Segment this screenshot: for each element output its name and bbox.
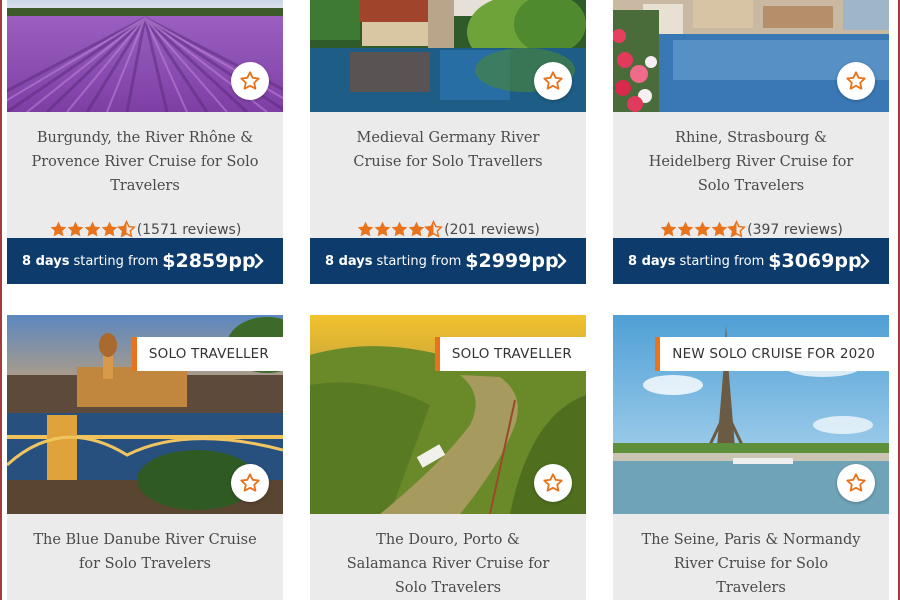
- cruise-card-info: The Blue Danube River Cruise for Solo Tr…: [7, 528, 283, 576]
- cruise-card[interactable]: Rhine, Strasbourg & Heidelberg River Cru…: [613, 0, 889, 284]
- cruise-card[interactable]: Medieval Germany River Cruise for Solo T…: [310, 0, 586, 284]
- favorite-button[interactable]: [837, 62, 875, 100]
- rating-row: (397 reviews): [613, 219, 889, 240]
- cruise-image-douro-valley[interactable]: SOLO TRAVELLER: [310, 315, 586, 514]
- cruise-card-info: Medieval Germany River Cruise for Solo T…: [310, 126, 586, 238]
- favorite-button[interactable]: [231, 62, 269, 100]
- solo-traveller-badge: SOLO TRAVELLER: [434, 337, 586, 371]
- starting-from-label: starting from: [73, 253, 159, 269]
- solo-traveller-badge: SOLO TRAVELLER: [131, 337, 283, 371]
- cruise-image-budapest-night[interactable]: SOLO TRAVELLER: [7, 315, 283, 514]
- cruise-card-info: Rhine, Strasbourg & Heidelberg River Cru…: [613, 126, 889, 238]
- cruise-card[interactable]: SOLO TRAVELLER The Blue Danube River Cru…: [7, 315, 283, 600]
- cruise-card-info: Burgundy, the River Rhône & Provence Riv…: [7, 126, 283, 238]
- duration-days: 8 days: [325, 253, 373, 269]
- cruise-card[interactable]: Burgundy, the River Rhône & Provence Riv…: [7, 0, 283, 284]
- price-amount: $3069pp: [768, 250, 862, 272]
- review-count[interactable]: (1571 reviews): [137, 222, 242, 238]
- rating-stars: [659, 219, 747, 240]
- rating-row: (201 reviews): [310, 219, 586, 240]
- starting-from-label: starting from: [679, 253, 765, 269]
- chevron-right-icon: [860, 253, 870, 269]
- cruise-image-medieval-town[interactable]: [310, 0, 586, 112]
- rating-stars: [356, 219, 444, 240]
- price-bar-button[interactable]: 8 days starting from $2859pp: [7, 238, 283, 284]
- cruise-image-paris-eiffel-tower[interactable]: NEW SOLO CRUISE FOR 2020: [613, 315, 889, 514]
- cruise-title[interactable]: The Blue Danube River Cruise for Solo Tr…: [7, 528, 283, 576]
- duration-days: 8 days: [628, 253, 676, 269]
- favorite-button[interactable]: [534, 62, 572, 100]
- price-amount: $2859pp: [162, 250, 256, 272]
- review-count[interactable]: (201 reviews): [444, 222, 540, 238]
- chevron-right-icon: [254, 253, 264, 269]
- new-solo-cruise-badge: NEW SOLO CRUISE FOR 2020: [655, 337, 889, 371]
- cruise-card-info: The Seine, Paris & Normandy River Cruise…: [613, 528, 889, 600]
- cruise-title[interactable]: The Douro, Porto & Salamanca River Cruis…: [310, 528, 586, 600]
- rating-stars: [49, 219, 136, 240]
- favorite-button[interactable]: [534, 464, 572, 502]
- star-outline-icon: [240, 71, 260, 90]
- favorite-button[interactable]: [231, 464, 269, 502]
- star-outline-icon: [543, 71, 563, 90]
- price-amount: $2999pp: [465, 250, 559, 272]
- cruise-title[interactable]: The Seine, Paris & Normandy River Cruise…: [613, 528, 889, 600]
- cruise-title[interactable]: Burgundy, the River Rhône & Provence Riv…: [7, 126, 283, 198]
- starting-from-label: starting from: [376, 253, 462, 269]
- cruise-image-canal-town[interactable]: [613, 0, 889, 112]
- page-frame-left-edge: [0, 0, 2, 600]
- chevron-right-icon: [557, 253, 567, 269]
- star-outline-icon: [846, 71, 866, 90]
- favorite-button[interactable]: [837, 464, 875, 502]
- cruise-card[interactable]: NEW SOLO CRUISE FOR 2020 The Seine, Pari…: [613, 315, 889, 600]
- duration-days: 8 days: [22, 253, 70, 269]
- cruise-title[interactable]: Rhine, Strasbourg & Heidelberg River Cru…: [613, 126, 889, 198]
- star-outline-icon: [846, 473, 866, 492]
- cruise-card[interactable]: SOLO TRAVELLER The Douro, Porto & Salama…: [310, 315, 586, 600]
- review-count[interactable]: (397 reviews): [747, 222, 843, 238]
- price-bar-button[interactable]: 8 days starting from $2999pp: [310, 238, 586, 284]
- star-outline-icon: [543, 473, 563, 492]
- cruise-title[interactable]: Medieval Germany River Cruise for Solo T…: [310, 126, 586, 174]
- star-outline-icon: [240, 473, 260, 492]
- rating-row: (1571 reviews): [7, 219, 283, 240]
- cruise-card-info: The Douro, Porto & Salamanca River Cruis…: [310, 528, 586, 600]
- cruise-image-lavender-fields[interactable]: [7, 0, 283, 112]
- price-bar-button[interactable]: 8 days starting from $3069pp: [613, 238, 889, 284]
